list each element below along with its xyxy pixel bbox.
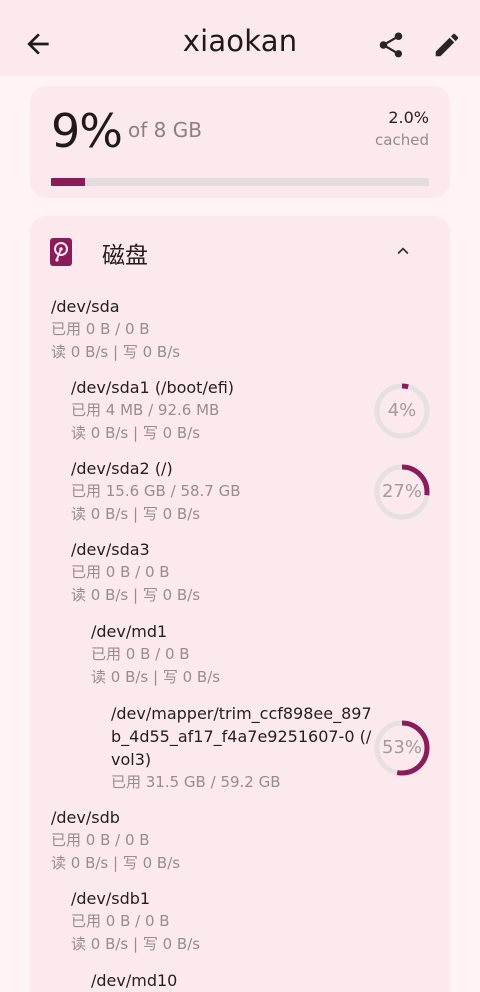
usage-ring-label: 27% — [381, 481, 422, 502]
usage-ring: 4% — [373, 382, 431, 440]
usage-ring-label: 4% — [387, 400, 417, 421]
pencil-icon[interactable] — [432, 30, 462, 60]
device-usage: 已用 31.5 GB / 59.2 GB — [111, 773, 281, 791]
usage-ring: 27% — [373, 463, 431, 521]
device-io: 读 0 B/s | 写 0 B/s — [71, 935, 201, 953]
device-usage: 已用 0 B / 0 B — [71, 912, 170, 930]
device-usage: 已用 4 MB / 92.6 MB — [71, 401, 220, 419]
device-io: 读 0 B/s | 写 0 B/s — [71, 505, 201, 523]
usage-ring: 53% — [373, 719, 431, 777]
disk-card: 磁盘 /dev/sda 已用 0 B / 0 B 读 0 B/s | 写 0 B… — [30, 216, 450, 992]
memory-percent: 9% — [51, 104, 123, 158]
device-row[interactable]: /dev/sdb1 已用 0 B / 0 B 读 0 B/s | 写 0 B/s — [71, 887, 200, 956]
memory-progress-fill — [51, 178, 86, 186]
device-row[interactable]: /dev/sdb 已用 0 B / 0 B 读 0 B/s | 写 0 B/s — [51, 806, 180, 875]
device-name: /dev/md10 — [91, 971, 178, 990]
device-io: 读 0 B/s | 写 0 B/s — [51, 854, 181, 872]
device-name: /dev/sda1 (/boot/efi) — [71, 378, 235, 397]
memory-total: of 8 GB — [128, 118, 202, 142]
chevron-up-icon[interactable] — [392, 240, 414, 262]
share-icon[interactable] — [376, 30, 406, 60]
device-name: /dev/sdb1 — [71, 889, 151, 908]
device-row[interactable]: /dev/sda2 (/) 已用 15.6 GB / 58.7 GB 读 0 B… — [71, 457, 241, 526]
disk-section-title: 磁盘 — [102, 243, 148, 269]
device-name: /dev/sda — [51, 297, 120, 316]
device-usage: 已用 0 B / 0 B — [71, 563, 170, 581]
device-name-line: b_4d55_af17_f4a7e9251607-0 (/ — [111, 727, 372, 746]
device-name: /dev/sdb — [51, 808, 120, 827]
hard-disk-icon — [50, 238, 72, 266]
device-row[interactable]: /dev/md1 已用 0 B / 0 B 读 0 B/s | 写 0 B/s — [91, 620, 220, 689]
page-title: xiaokan — [182, 24, 298, 58]
device-row[interactable]: /dev/sda1 (/boot/efi) 已用 4 MB / 92.6 MB … — [71, 376, 234, 445]
device-usage: 已用 0 B / 0 B — [91, 645, 190, 663]
device-usage: 已用 0 B / 0 B — [51, 831, 150, 849]
device-io: 读 0 B/s | 写 0 B/s — [71, 586, 201, 604]
device-row[interactable]: /dev/sda3 已用 0 B / 0 B 读 0 B/s | 写 0 B/s — [71, 538, 200, 607]
device-name-line: vol3) — [111, 750, 152, 769]
device-row[interactable]: /dev/sda 已用 0 B / 0 B 读 0 B/s | 写 0 B/s — [51, 295, 180, 364]
device-row[interactable]: /dev/md10 — [91, 969, 177, 992]
device-io: 读 0 B/s | 写 0 B/s — [91, 668, 221, 686]
device-io: 读 0 B/s | 写 0 B/s — [51, 343, 181, 361]
usage-ring-label: 53% — [381, 737, 422, 758]
device-usage: 已用 0 B / 0 B — [51, 320, 150, 338]
device-name: /dev/sda2 (/) — [71, 459, 173, 478]
app-bar: xiaokan — [0, 0, 480, 76]
device-name: /dev/md1 — [91, 622, 168, 641]
cached-label: cached — [375, 131, 429, 149]
memory-card: 9% of 8 GB 2.0% cached — [30, 86, 450, 198]
device-io: 读 0 B/s | 写 0 B/s — [71, 424, 201, 442]
memory-progress-bar — [51, 178, 429, 186]
device-name-line: /dev/mapper/trim_ccf898ee_897 — [111, 704, 372, 723]
device-name: /dev/sda3 — [71, 540, 150, 559]
cached-value: 2.0% — [388, 108, 429, 127]
device-row[interactable]: /dev/mapper/trim_ccf898ee_897 b_4d55_af1… — [111, 702, 372, 794]
device-usage: 已用 15.6 GB / 58.7 GB — [71, 482, 241, 500]
